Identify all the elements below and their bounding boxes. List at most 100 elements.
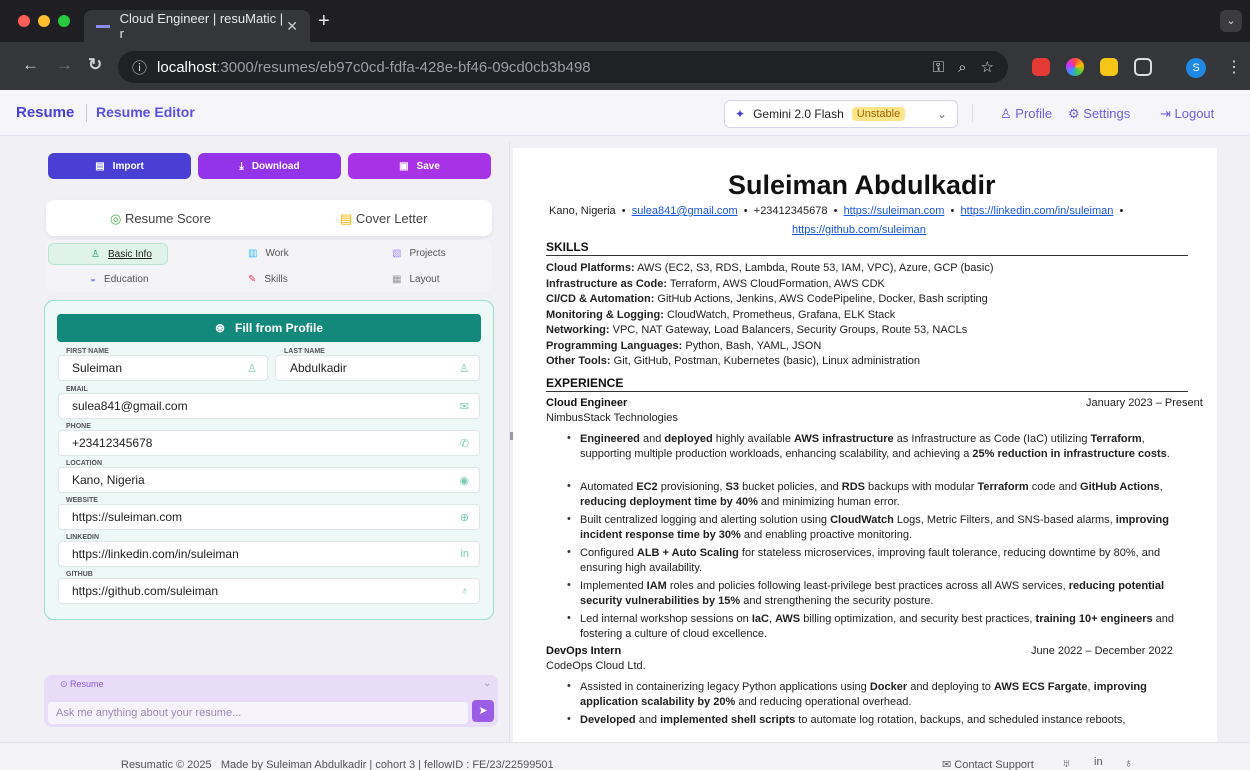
phone-field[interactable]: +23412345678 ✆ [58,430,480,456]
profile-label: Profile [1015,106,1053,121]
sparkle-icon: ✦ [735,107,746,121]
url-path: :3000/resumes/eb97c0cd-fdfa-428e-bf46-09… [216,58,591,76]
password-key-icon[interactable]: ⚿ [933,59,944,76]
extensions-puzzle-icon[interactable] [1134,58,1152,76]
linkedin-field[interactable]: https://linkedin.com/in/suleiman in [58,541,480,567]
brand-logo[interactable]: Resume [16,104,74,121]
tab-skills[interactable]: ✎ Skills [248,274,288,285]
close-tab-icon[interactable]: ✕ [286,18,298,35]
bullet-marker: • [567,612,571,624]
tab-search-button[interactable]: ⌄ [1220,10,1242,32]
back-icon[interactable]: ← [22,55,39,75]
minimize-window-button[interactable] [38,15,50,27]
reload-icon[interactable]: ↻ [88,55,102,75]
shield-extension-icon[interactable] [1032,58,1050,76]
website-field[interactable]: https://suleiman.com ⊕ [58,504,480,530]
download-button[interactable]: ⤓ Download [198,153,341,179]
browser-tab[interactable]: Cloud Engineer | resuMatic | r ✕ [84,10,310,42]
bullet-item: Automated EC2 provisioning, S3 bucket po… [580,481,1163,508]
phone-icon: ✆ [459,438,469,450]
model-status-badge: Unstable [851,107,906,121]
logout-link[interactable]: ⇥ Logout [1160,106,1214,122]
skill-line: Infrastructure as Code: Terraform, AWS C… [546,278,885,290]
save-button[interactable]: ▣ Save [348,153,491,179]
page-title: Resume Editor [96,104,195,120]
skill-category: Programming Languages: [546,339,683,352]
bullet-marker: • [567,546,571,558]
tab-projects[interactable]: ▧ Projects [392,248,446,259]
color-extension-icon[interactable] [1066,58,1084,76]
resume-score-button[interactable]: ◎ Resume Score [110,211,211,227]
logout-icon: ⇥ [1160,106,1175,121]
skills-heading: SKILLS [546,240,589,254]
location-field[interactable]: Kano, Nigeria ◉ [58,467,480,493]
linkedin-icon[interactable]: in [1094,756,1103,768]
send-button[interactable]: ➤ [472,700,494,722]
last-name-value: Abdulkadir [290,361,347,375]
resume-email-link[interactable]: sulea841@gmail.com [632,205,738,217]
user-icon: ♙ [91,248,100,260]
map-pin-icon: ◉ [459,475,469,487]
cover-letter-button[interactable]: ▤ Cover Letter [340,211,427,227]
tab-basic-info[interactable]: ♙ Basic Info [48,243,168,265]
model-name: Gemini 2.0 Flash [753,107,844,121]
fill-from-profile-button[interactable]: ⊛ Fill from Profile [57,314,481,342]
first-name-label: FIRST NAME [66,348,109,355]
bookmark-star-icon[interactable]: ☆ [981,58,994,76]
address-bar[interactable]: ⓘ localhost :3000/resumes/eb97c0cd-fdfa-… [118,51,1008,83]
skill-items: CloudWatch, Prometheus, Grafana, ELK Sta… [663,308,896,321]
first-name-field[interactable]: Suleiman ♙ [58,355,268,381]
settings-link[interactable]: ⚙ Settings [1068,106,1130,122]
tab-label: Skills [264,274,288,285]
skill-line: Other Tools: Git, GitHub, Postman, Kuber… [546,355,920,367]
globe-icon: ⊕ [459,512,469,524]
tab-work[interactable]: ▥ Work [248,248,289,259]
profile-link[interactable]: ♙ Profile [1000,106,1052,122]
resume-github-link[interactable]: https://github.com/suleiman [792,224,926,236]
wrench-icon: ✎ [248,274,257,285]
bullet-marker: • [567,432,571,444]
resume-contact-line: Kano, Nigeria • sulea841@gmail.com • +23… [549,205,1124,217]
skill-items: Python, Bash, YAML, JSON [682,339,822,352]
chat-header[interactable]: ⊙ Resume [60,679,104,690]
section-divider [546,391,1188,392]
zoom-icon[interactable]: ⌕ [958,59,966,76]
bullet-item: Configured ALB + Auto Scaling for statel… [580,547,1161,574]
panel-splitter[interactable] [509,142,510,742]
new-tab-button[interactable]: + [318,10,330,33]
zoom-window-button[interactable] [58,15,70,27]
close-window-button[interactable] [18,15,30,27]
site-info-icon[interactable]: ⓘ [132,57,147,78]
mail-icon: ✉ [459,401,469,413]
contact-support-link[interactable]: ✉ Contact Support [942,758,1034,770]
skill-line: Monitoring & Logging: CloudWatch, Promet… [546,309,895,321]
job-dates: January 2023 – Present [1086,397,1203,409]
github-icon[interactable]: ♁ [1124,756,1133,770]
tab-label: Education [104,274,149,285]
forward-icon[interactable]: → [56,55,73,75]
gear-icon: ⚙ [1068,106,1084,121]
bullet-marker: • [567,480,571,492]
model-selector[interactable]: ✦ Gemini 2.0 Flash Unstable ⌄ [724,100,958,128]
favicon-icon [96,24,110,28]
notes-extension-icon[interactable] [1100,58,1118,76]
resume-website-link[interactable]: https://suleiman.com [844,205,945,217]
chevron-down-icon[interactable]: ⌄ [483,678,491,689]
location-label: LOCATION [66,460,103,467]
browser-menu-icon[interactable]: ⋮ [1226,57,1242,77]
layout-icon: ▦ [392,274,402,285]
resume-linkedin-link[interactable]: https://linkedin.com/in/suleiman [961,205,1114,217]
email-field[interactable]: sulea841@gmail.com ✉ [58,393,480,419]
github-field[interactable]: https://github.com/suleiman ♁ [58,578,480,604]
tab-layout[interactable]: ▦ Layout [392,274,439,285]
twitter-icon[interactable]: ♅ [1062,756,1071,770]
skill-category: Networking: [546,324,610,336]
skill-items: GitHub Actions, Jenkins, AWS CodePipelin… [654,293,988,305]
profile-avatar[interactable]: S [1186,58,1206,78]
bullet-item: Built centralized logging and alerting s… [580,514,1169,541]
chat-input[interactable]: Ask me anything about your resume... [48,702,468,724]
tab-education[interactable]: ◒ Education [90,274,149,285]
last-name-field[interactable]: Abdulkadir ♙ [275,355,480,381]
header-divider [972,104,973,122]
import-button[interactable]: ▤ Import [48,153,191,179]
